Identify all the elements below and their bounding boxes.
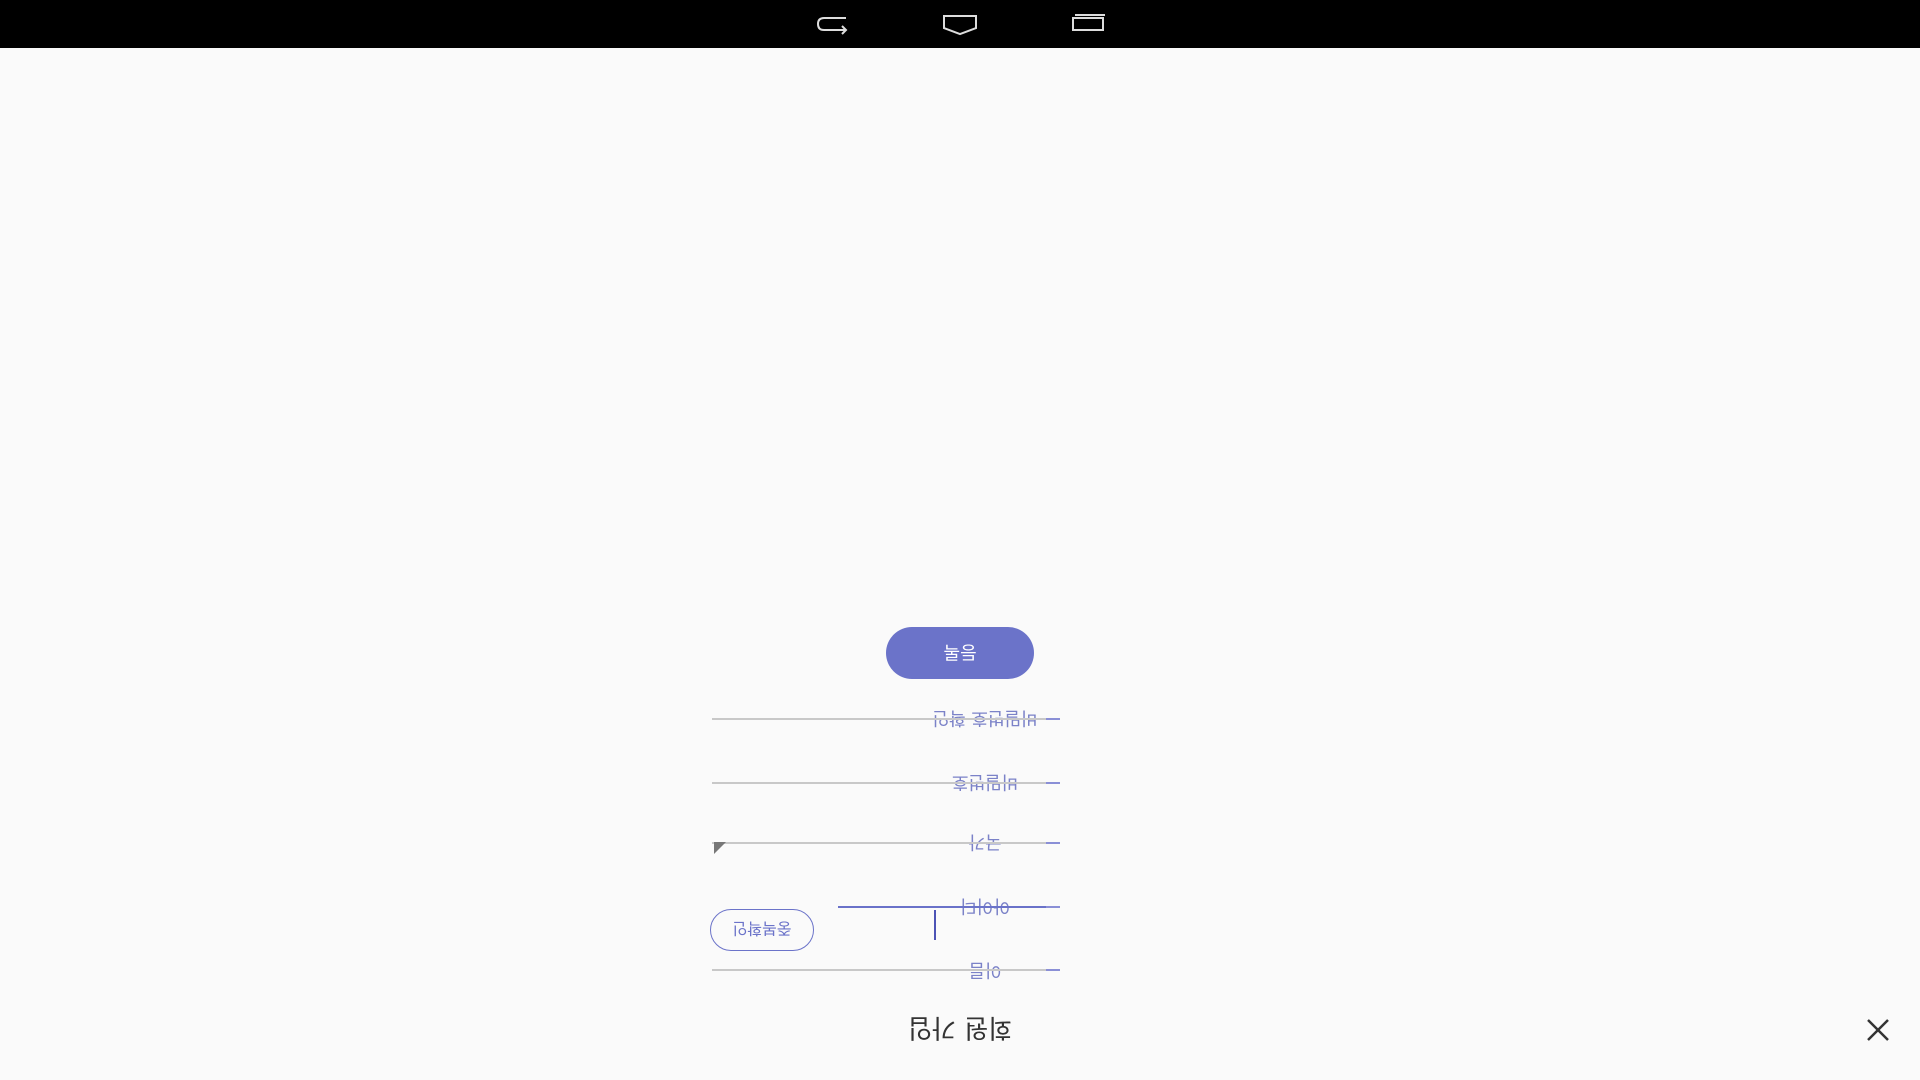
recents-icon[interactable] <box>1068 10 1108 38</box>
dropdown-arrow-icon <box>714 842 726 857</box>
country-select[interactable] <box>712 844 1046 890</box>
id-input-caret <box>934 910 936 940</box>
id-input-underline <box>838 906 1046 908</box>
country-select-underline <box>712 842 1046 844</box>
check-duplicate-button[interactable]: 중복확인 <box>710 909 814 951</box>
password-input[interactable] <box>712 784 1046 830</box>
back-icon[interactable] <box>812 10 852 38</box>
rotated-screen: 회원 가입 이름 아이디 중복확인 국가 비밀번호 비밀번호 확인 등록 <box>0 0 1920 1080</box>
page-title: 회원 가입 <box>908 1012 1012 1042</box>
id-input[interactable] <box>838 908 1046 960</box>
name-label: 이름 <box>968 959 1002 980</box>
password-confirm-input[interactable] <box>712 720 1046 766</box>
close-icon[interactable] <box>1858 1010 1898 1050</box>
navigation-bar <box>0 0 1920 48</box>
name-input-underline <box>712 969 1046 971</box>
password-input-underline <box>712 782 1046 784</box>
password-confirm-input-underline <box>712 718 1046 720</box>
home-icon[interactable] <box>940 10 980 38</box>
submit-button[interactable]: 등록 <box>886 627 1034 679</box>
